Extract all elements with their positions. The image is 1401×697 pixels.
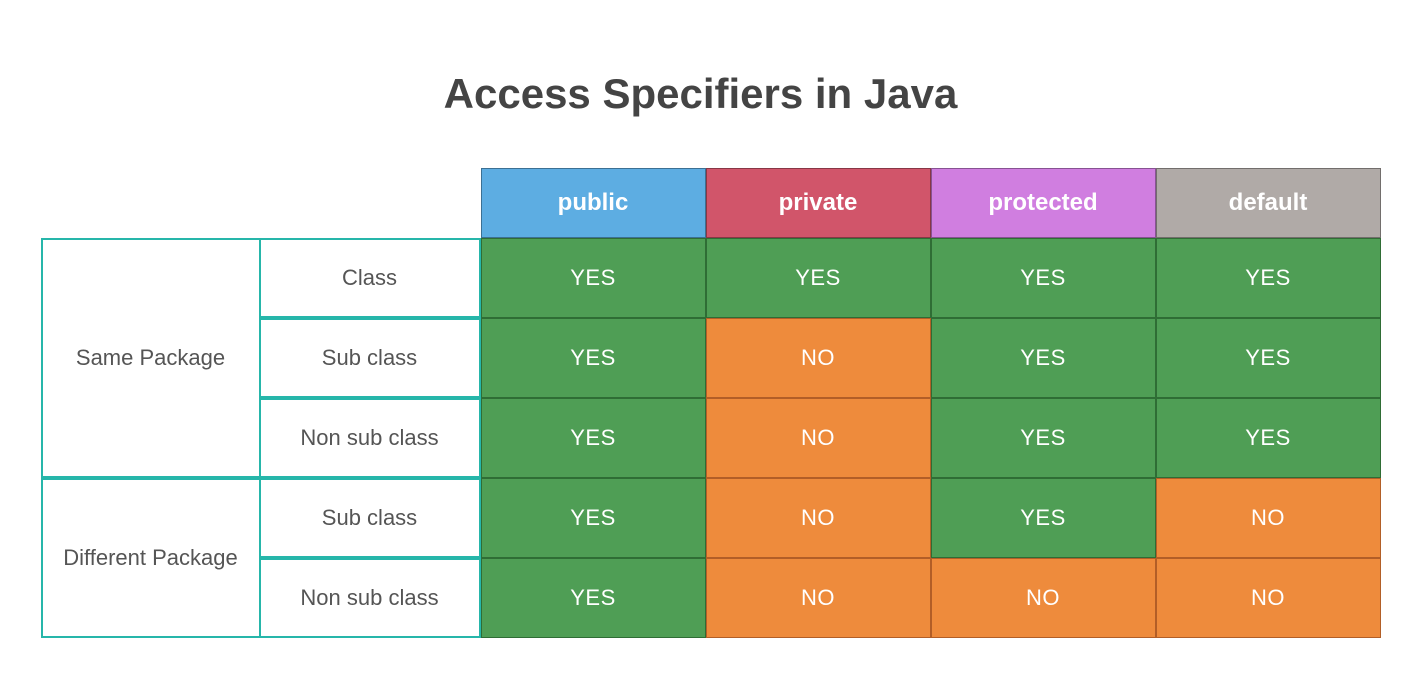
row-label-subclass: Sub class <box>261 478 481 558</box>
cell-value: YES <box>931 238 1156 318</box>
cell-value: YES <box>481 318 706 398</box>
cell-value: YES <box>1156 398 1381 478</box>
row-label-nonsubclass: Non sub class <box>261 398 481 478</box>
col-header-private: private <box>706 168 931 238</box>
cell-value: NO <box>1156 478 1381 558</box>
cell-value: YES <box>481 478 706 558</box>
cell-value: YES <box>931 318 1156 398</box>
row-label-nonsubclass: Non sub class <box>261 558 481 638</box>
spacer <box>261 168 481 238</box>
col-header-protected: protected <box>931 168 1156 238</box>
spacer <box>41 168 261 238</box>
col-header-public: public <box>481 168 706 238</box>
col-header-default: default <box>1156 168 1381 238</box>
row-group-different-package: Different Package <box>41 478 261 638</box>
cell-value: NO <box>706 398 931 478</box>
cell-value: YES <box>481 238 706 318</box>
cell-value: NO <box>931 558 1156 638</box>
row-label-subclass: Sub class <box>261 318 481 398</box>
cell-value: NO <box>1156 558 1381 638</box>
cell-value: YES <box>706 238 931 318</box>
cell-value: YES <box>931 398 1156 478</box>
row-group-same-package: Same Package <box>41 238 261 478</box>
cell-value: NO <box>706 478 931 558</box>
cell-value: YES <box>481 398 706 478</box>
cell-value: NO <box>706 318 931 398</box>
row-label-class: Class <box>261 238 481 318</box>
cell-value: YES <box>1156 238 1381 318</box>
cell-value: YES <box>481 558 706 638</box>
access-table: public private protected default Same Pa… <box>41 168 1361 638</box>
page-title: Access Specifiers in Java <box>41 70 1361 118</box>
cell-value: YES <box>931 478 1156 558</box>
cell-value: YES <box>1156 318 1381 398</box>
cell-value: NO <box>706 558 931 638</box>
